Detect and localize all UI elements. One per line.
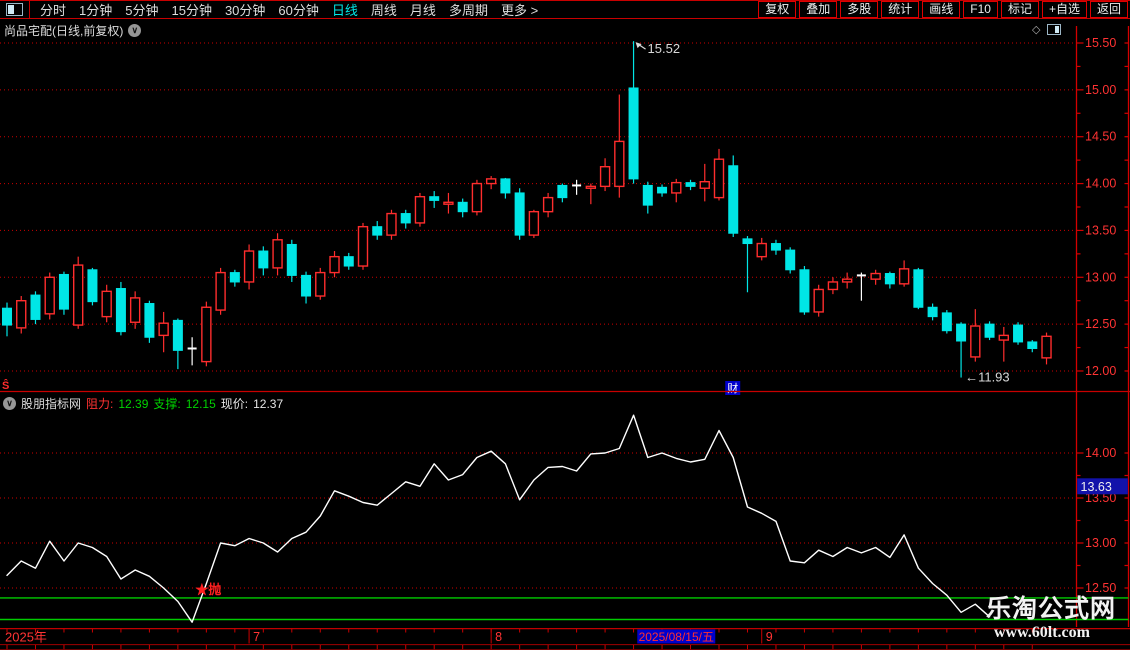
toolbar-button-0[interactable]: 复权 [758, 1, 797, 18]
svg-text:13.00: 13.00 [1085, 536, 1116, 550]
toolbar-item-9[interactable]: 多周期 [449, 0, 488, 19]
high-annotation: 15.52 [635, 41, 681, 56]
watermark-title: 乐淘公式网 [986, 596, 1117, 623]
support-label: 支撑: [153, 397, 181, 411]
watermark-url: www.60lt.com [994, 624, 1090, 641]
svg-text:13.00: 13.00 [1085, 270, 1116, 284]
diamond-icon[interactable]: ◇ [1032, 23, 1040, 36]
toolbar-item-0[interactable]: 分时 [40, 0, 66, 19]
price-axis-labels: 12.00 12.50 13.00 13.50 14.00 14.50 15.00 15.50 [1085, 36, 1116, 378]
bottom-strip [0, 644, 1130, 650]
toolbar-item-10[interactable]: 更多 > [501, 0, 538, 19]
svg-text:15.50: 15.50 [1085, 36, 1116, 50]
support-resistance-lines [0, 597, 1129, 621]
svg-text:9: 9 [766, 630, 773, 644]
toolbar-item-7[interactable]: 周线 [371, 0, 397, 19]
svg-text:14.00: 14.00 [1085, 177, 1116, 191]
indicator-header: ∨ 股朋指标网 阻力: 12.39 支撑: 12.15 现价: 12.37 [3, 395, 283, 412]
indicator-gridlines [0, 452, 1075, 589]
toolbar-button-8[interactable]: 返回 [1089, 1, 1128, 18]
current-price-label: 现价: [220, 397, 249, 411]
indicator-name: 股朋指标网 [21, 397, 82, 411]
toolbar-button-3[interactable]: 统计 [881, 1, 920, 18]
toolbar-item-6[interactable]: 日线 [332, 0, 358, 19]
chart-title-row: 尚品宅配(日线,前复权) ∨ [4, 22, 142, 39]
selected-date-badge: 2025/08/15/五 [637, 629, 716, 644]
indicator-line [6, 414, 991, 623]
current-price-value: 12.37 [253, 396, 284, 411]
sell-annotation: ★抛 [195, 582, 221, 597]
chevron-down-icon[interactable]: ∨ [128, 24, 142, 37]
toolbar-button-6[interactable]: 标记 [1000, 1, 1039, 18]
candlestick-series [2, 41, 1052, 378]
chart-corner-icons: ◇ [1032, 23, 1062, 36]
stock-title: 尚品宅配(日线,前复权) [4, 24, 124, 38]
svg-text:14.00: 14.00 [1085, 446, 1116, 460]
value-badge: 13.63 [1077, 478, 1128, 495]
indicator-axis: 12.5013.0013.5014.00 [1075, 392, 1130, 627]
toolbar-item-2[interactable]: 5分钟 [125, 0, 158, 19]
split-pane-icon [6, 3, 23, 16]
resistance-label: 阻力: [86, 397, 114, 411]
svg-text:14.50: 14.50 [1085, 130, 1116, 144]
split-pane-icon[interactable] [1047, 24, 1062, 35]
toolbar-item-5[interactable]: 60分钟 [278, 0, 318, 19]
svg-text:13.50: 13.50 [1085, 223, 1116, 237]
svg-text:12.50: 12.50 [1085, 317, 1116, 331]
toolbar-left-group: 分时 1分钟 5分钟 15分钟 30分钟 60分钟 日线 周线 月线 多周期 更多 > [0, 1, 538, 18]
svg-text:13.63: 13.63 [1081, 480, 1112, 494]
date-axis-ticks [6, 629, 1033, 633]
price-axis: 12.00 12.50 13.00 13.50 14.00 14.50 15.00 15.50 [1075, 26, 1130, 392]
toolbar-button-5[interactable]: F10 [963, 1, 998, 18]
top-toolbar: 分时 1分钟 5分钟 15分钟 30分钟 60分钟 日线 周线 月线 多周期 更多 > 复权 叠加 多股… [0, 0, 1130, 19]
svg-text:2025/08/15/五: 2025/08/15/五 [639, 630, 714, 644]
toolbar-item-3[interactable]: 15分钟 [171, 0, 211, 19]
support-value: 12.15 [185, 396, 216, 411]
svg-text:8: 8 [495, 630, 502, 644]
toolbar-item-4[interactable]: 30分钟 [225, 0, 265, 19]
svg-text:15.52: 15.52 [648, 41, 681, 56]
indicator-axis-labels: 12.5013.0013.5014.00 [1085, 446, 1116, 595]
year-label: 2025年 [5, 630, 47, 645]
resistance-value: 12.39 [118, 396, 149, 411]
main-chart[interactable]: 12.00 12.50 13.00 13.50 14.00 14.50 15.00 15.50… [0, 20, 1130, 395]
toolbar-right-group: 复权 叠加 多股 统计 画线 F10 标记 +自选 返回 [755, 1, 1130, 18]
layout-toggle-button[interactable] [0, 1, 30, 18]
low-annotation: ←11.93 [965, 370, 1010, 385]
toolbar-button-7[interactable]: +自选 [1041, 1, 1087, 18]
period-menu: 分时 1分钟 5分钟 15分钟 30分钟 60分钟 日线 周线 月线 多周期 更多 > [30, 0, 538, 19]
indicator-chart[interactable]: 12.5013.0013.5014.00★抛13.63 [0, 392, 1130, 628]
watermark: 乐淘公式网 www.60lt.com [986, 597, 1116, 641]
toolbar-item-8[interactable]: 月线 [410, 0, 436, 19]
toolbar-button-1[interactable]: 叠加 [799, 1, 838, 18]
price-gridlines [0, 42, 1075, 372]
toolbar-button-4[interactable]: 画线 [922, 1, 961, 18]
svg-text:15.00: 15.00 [1085, 83, 1116, 97]
svg-text:7: 7 [253, 630, 260, 644]
svg-text:12.00: 12.00 [1085, 364, 1116, 378]
draw-tool-marker: Ŝ [2, 379, 9, 392]
chevron-down-icon[interactable]: ∨ [3, 397, 16, 410]
toolbar-button-2[interactable]: 多股 [840, 1, 879, 18]
toolbar-item-1[interactable]: 1分钟 [79, 0, 112, 19]
date-axis[interactable]: 7 8 9 2025年 2025/08/15/五 [0, 628, 1130, 650]
svg-text:12.50: 12.50 [1085, 581, 1116, 595]
